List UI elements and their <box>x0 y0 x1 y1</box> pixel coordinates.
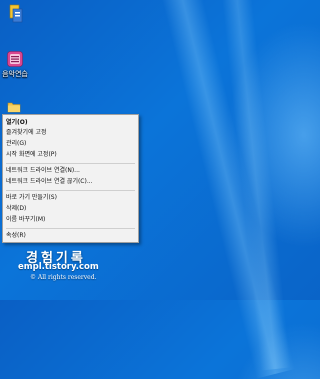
menu-separator <box>6 190 135 191</box>
menu-separator <box>6 228 135 229</box>
watermark-copyright: © All rights reserved. <box>30 274 97 281</box>
top-app-icon[interactable] <box>8 4 24 24</box>
menu-item-map-network-drive[interactable]: 네트워크 드라이브 연결(N)... <box>6 166 80 176</box>
menu-item-manage[interactable]: 관리(G) <box>6 139 26 149</box>
menu-item-create-shortcut[interactable]: 바로 가기 만들기(S) <box>6 193 57 203</box>
menu-item-open[interactable]: 열기(O) <box>6 118 28 128</box>
folder-icon[interactable] <box>7 99 21 113</box>
menu-separator <box>6 163 135 164</box>
menu-item-pin-favorites[interactable]: 즐겨찾기에 고정 <box>6 128 47 138</box>
music-app-icon[interactable] <box>7 51 23 67</box>
menu-item-delete[interactable]: 삭제(D) <box>6 204 26 214</box>
menu-item-disconnect-network-drive[interactable]: 네트워크 드라이브 연결 끊기(C)... <box>6 177 93 187</box>
music-app-label[interactable]: 음악연습 <box>0 69 35 79</box>
menu-item-rename[interactable]: 이름 바꾸기(M) <box>6 215 45 225</box>
context-menu: 열기(O) 즐겨찾기에 고정 관리(G) 시작 화면에 고정(P) 네트워크 드… <box>2 114 139 243</box>
menu-item-pin-start[interactable]: 시작 화면에 고정(P) <box>6 150 57 160</box>
menu-item-properties[interactable]: 속성(R) <box>6 231 26 241</box>
watermark-url: empl.tistory.com <box>18 262 99 272</box>
